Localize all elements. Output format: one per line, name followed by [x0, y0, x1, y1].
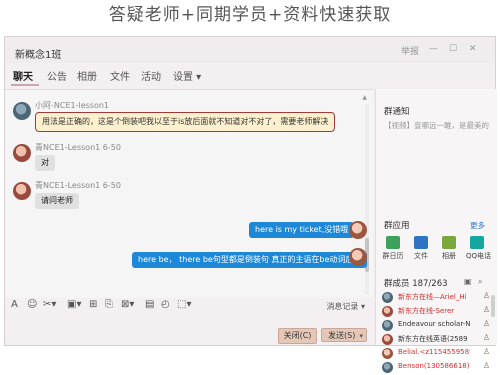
member-name: Benson(130586618) [398, 362, 470, 370]
active-tab-indicator [11, 84, 39, 86]
font-icon[interactable]: A [11, 299, 18, 310]
group-sidebar: 群通知 【视频】壹哪远一雎，是最美的 群应用 更多 群日历 文件 相册 QQ电话… [375, 89, 497, 373]
chat-message-area[interactable]: ▲ 小阿-NCE1-lesson1 用法是正确的，这是个倒装吧我以至于is放后面… [5, 89, 373, 298]
report-button[interactable]: 举报 [401, 44, 419, 57]
app-qq-call[interactable]: QQ电话 [466, 236, 492, 261]
member-item[interactable]: Endeavour scholar-NCE ♙ [382, 319, 490, 333]
app-album[interactable]: 相册 [438, 236, 460, 261]
message-history-button[interactable]: 消息记录 ▾ [326, 301, 365, 312]
input-toolbar: A ☺ ✂▾ ▣▾ ⊞ ⎘ ⊠▾ ▤ ◴ ⬚▾ 消息记录 ▾ [5, 299, 373, 315]
member-role-icon: ♙ [482, 319, 490, 328]
screenshot-icon[interactable]: ✂▾ [43, 299, 56, 310]
member-name: Endeavour scholar-NCE [398, 320, 470, 328]
tab-settings[interactable]: 设置 ▾ [173, 68, 201, 83]
scroll-up-arrow-icon[interactable]: ▲ [362, 94, 367, 101]
group-notice-text[interactable]: 【视频】壹哪远一雎，是最美的 [384, 120, 494, 131]
app-label: 文件 [414, 252, 428, 260]
avatar [382, 334, 393, 345]
close-button[interactable]: 关闭(C) [278, 328, 317, 344]
send-options-caret-icon[interactable]: ▾ [359, 329, 363, 343]
phone-icon [470, 236, 484, 249]
member-item[interactable]: Benson(130586618) ♙ [382, 361, 490, 375]
tab-chat[interactable]: 聊天 [13, 68, 33, 83]
send-button-label: 发送(S) [328, 331, 356, 340]
message-sender: 青NCE1-Lesson1 6-50 [35, 143, 121, 152]
message-bubble: 对 [35, 155, 55, 171]
member-role-icon: ♙ [482, 347, 490, 356]
member-item[interactable]: 新东方在线-Serer ♙ [382, 305, 490, 319]
avatar-self[interactable] [349, 248, 367, 266]
maximize-button[interactable]: ☐ [449, 44, 457, 54]
message-bubble-self: here be， there be句型都是倒装句 真正的主语在be动词后边 [132, 252, 368, 268]
group-members-title: 群成员 187/263 [384, 279, 448, 289]
app-files[interactable]: 文件 [410, 236, 432, 261]
member-name: 新东方在线英语(2589 [398, 335, 468, 343]
message-sender: 小阿-NCE1-lesson1 [35, 101, 110, 110]
file-icon[interactable]: ⊞ [89, 299, 97, 310]
calendar-icon[interactable]: ▤ [145, 299, 154, 310]
title-bar: 新概念1班 举报 — ☐ ✕ [5, 37, 495, 63]
app-label: 群日历 [382, 252, 404, 260]
message-bubble: 用法是正确的，这是个倒装吧我以至于is放后面就不知道对不对了，需要老师解决 [35, 112, 336, 132]
promo-banner: 答疑老师+同期学员+资料快速获取 [108, 5, 392, 25]
member-item[interactable]: Belial.<z1154559589@ ♙ [382, 347, 490, 361]
tab-bar: 聊天 公告 相册 文件 活动 设置 ▾ [5, 68, 495, 84]
send-button[interactable]: 发送(S) ▾ [321, 328, 367, 342]
more-tools-icon[interactable]: ⬚▾ [177, 299, 191, 310]
tab-files[interactable]: 文件 [110, 68, 130, 83]
message-bubble-self: here is my ticket,没错哦 [249, 222, 355, 238]
close-window-button[interactable]: ✕ [469, 44, 477, 54]
avatar-self[interactable] [349, 221, 367, 239]
member-item[interactable]: 新东方在线英语(2589 ♙ [382, 333, 490, 347]
member-name: 新东方在线—Ariel_Hi [398, 293, 467, 301]
clock-icon[interactable]: ◴ [161, 299, 170, 310]
avatar [382, 348, 393, 359]
image-icon[interactable]: ▣▾ [67, 299, 81, 310]
app-calendar[interactable]: 群日历 [382, 236, 404, 261]
more-apps-link[interactable]: 更多 [470, 220, 485, 231]
member-name: 新东方在线-Serer [398, 307, 455, 315]
group-chat-window: 新概念1班 举报 — ☐ ✕ 聊天 公告 相册 文件 活动 设置 ▾ ▲ 小阿-… [4, 36, 497, 373]
folder-icon [414, 236, 428, 249]
message-bubble: 请问老师 [35, 193, 79, 209]
avatar[interactable] [13, 102, 31, 120]
avatar [382, 320, 393, 331]
gift-icon[interactable]: ⊠▾ [121, 299, 134, 310]
tab-announcement[interactable]: 公告 [47, 68, 67, 83]
group-apps-title: 群应用 [384, 221, 410, 231]
calendar-icon [386, 236, 400, 249]
photo-icon [442, 236, 456, 249]
member-role-icon: ♙ [482, 361, 490, 370]
message-sender: 青NCE1-Lesson1 6-50 [35, 181, 121, 190]
member-role-icon: ♙ [482, 291, 490, 300]
avatar[interactable] [13, 144, 31, 162]
member-search-icon[interactable]: ⌕ [478, 277, 482, 287]
avatar [382, 362, 393, 373]
tab-activity[interactable]: 活动 [141, 68, 161, 83]
member-name: Belial.<z1154559589@ [398, 348, 470, 356]
group-notice-title: 群通知 [384, 107, 410, 117]
clipboard-icon[interactable]: ⎘ [105, 299, 113, 310]
minimize-button[interactable]: — [429, 44, 438, 54]
member-list-icon[interactable]: ▣ [464, 277, 472, 286]
member-scrollbar[interactable] [491, 295, 495, 317]
avatar [382, 292, 393, 303]
avatar[interactable] [13, 182, 31, 200]
member-role-icon: ♙ [482, 305, 490, 314]
emoji-icon[interactable]: ☺ [27, 299, 37, 310]
app-label: 相册 [442, 252, 456, 260]
window-title: 新概念1班 [15, 50, 62, 61]
member-role-icon: ♙ [482, 333, 490, 342]
member-item[interactable]: 新东方在线—Ariel_Hi ♙ [382, 291, 490, 305]
avatar [382, 306, 393, 317]
tab-album[interactable]: 相册 [77, 68, 97, 83]
message-input[interactable] [5, 315, 373, 326]
app-label: QQ电话 [466, 252, 492, 260]
